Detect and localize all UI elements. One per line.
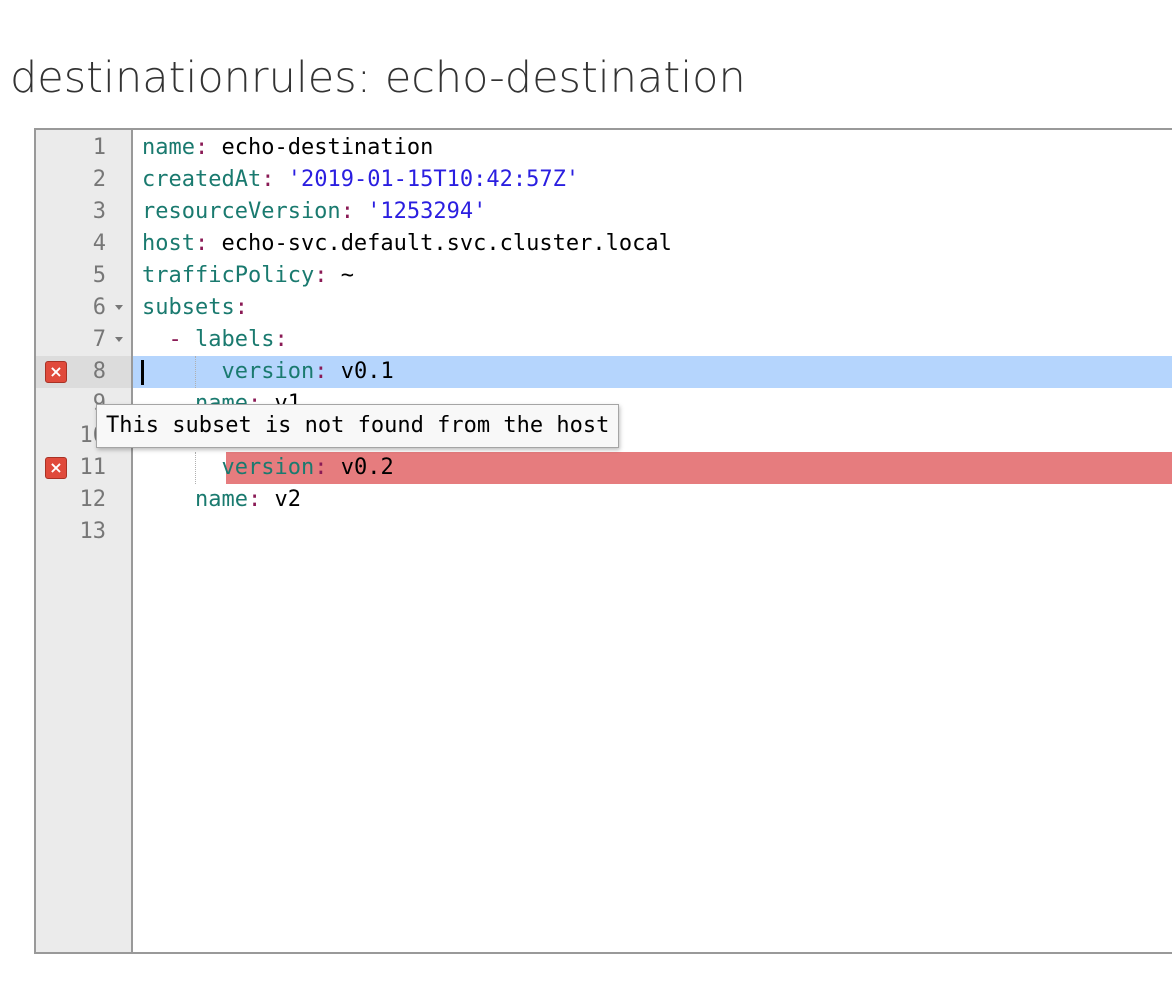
code-line[interactable]: resourceVersion: '1253294': [133, 196, 1172, 228]
yaml-value: echo-svc.default.svc.cluster.local: [221, 231, 672, 256]
error-x-icon[interactable]: ×: [45, 361, 67, 383]
code-text: host: echo-svc.default.svc.cluster.local: [142, 228, 672, 260]
code-text: name: echo-destination: [142, 132, 433, 164]
code-text: trafficPolicy: ~: [142, 260, 354, 292]
line-number: 1: [92, 135, 106, 160]
code-text: name: v2: [142, 484, 301, 516]
gutter-row: 3: [36, 196, 131, 228]
yaml-separator: :: [314, 359, 341, 384]
yaml-key: resourceVersion: [142, 199, 341, 224]
gutter-row: 1: [36, 132, 131, 164]
code-line[interactable]: subsets:: [133, 292, 1172, 324]
line-number: 3: [92, 199, 106, 224]
yaml-code-editor[interactable]: 1234567×8910×111213 name: echo-destinati…: [34, 128, 1172, 954]
code-line[interactable]: version: v0.1: [133, 356, 1172, 388]
yaml-key: trafficPolicy: [142, 263, 315, 288]
yaml-value: echo-destination: [221, 135, 434, 160]
yaml-key: host: [142, 231, 195, 256]
yaml-value: v0.2: [340, 455, 394, 480]
code-line[interactable]: name: v2: [133, 484, 1172, 516]
code-text: version: v0.1: [142, 356, 394, 388]
line-number: 5: [92, 263, 106, 288]
yaml-separator: :: [234, 295, 248, 320]
page-title: destinationrules: echo-destination: [10, 53, 746, 103]
gutter-row: 7: [36, 324, 131, 356]
yaml-key: subsets: [142, 295, 235, 320]
yaml-separator: :: [314, 263, 341, 288]
yaml-value: '1253294': [367, 199, 487, 224]
fold-arrow-icon[interactable]: [115, 305, 123, 310]
yaml-key: createdAt: [142, 167, 262, 192]
editor-gutter: 1234567×8910×111213: [36, 130, 133, 952]
line-number: 11: [79, 455, 107, 480]
code-line[interactable]: host: echo-svc.default.svc.cluster.local: [133, 228, 1172, 260]
code-line[interactable]: - labels:: [133, 324, 1172, 356]
line-number: 7: [92, 327, 106, 352]
error-tooltip: This subset is not found from the host: [96, 404, 620, 448]
gutter-row: 2: [36, 164, 131, 196]
code-line[interactable]: trafficPolicy: ~: [133, 260, 1172, 292]
line-number: 2: [92, 167, 106, 192]
yaml-key: version: [221, 455, 315, 480]
code-line[interactable]: createdAt: '2019-01-15T10:42:57Z': [133, 164, 1172, 196]
line-number: 8: [92, 359, 106, 384]
error-x-icon[interactable]: ×: [45, 457, 67, 479]
line-number: 4: [92, 231, 106, 256]
gutter-row: 12: [36, 484, 131, 516]
code-text: createdAt: '2019-01-15T10:42:57Z': [142, 164, 579, 196]
yaml-separator: :: [340, 199, 368, 224]
yaml-key: name: [194, 487, 248, 512]
code-line[interactable]: version: v0.2: [133, 452, 1172, 484]
code-text: subsets:: [142, 292, 248, 324]
fold-arrow-icon[interactable]: [115, 337, 123, 342]
gutter-row: 4: [36, 228, 131, 260]
gutter-row: 6: [36, 292, 131, 324]
yaml-value: v2: [274, 487, 301, 512]
line-number: 13: [79, 519, 107, 544]
yaml-key: name: [142, 135, 195, 160]
yaml-value: ~: [340, 263, 354, 288]
code-text: resourceVersion: '1253294': [142, 196, 486, 228]
yaml-key: labels: [194, 327, 275, 352]
code-line[interactable]: name: echo-destination: [133, 132, 1172, 164]
code-text: - labels:: [142, 324, 288, 356]
line-number: 12: [79, 487, 107, 512]
yaml-separator: :: [314, 455, 341, 480]
yaml-value: v0.1: [340, 359, 394, 384]
gutter-row: 5: [36, 260, 131, 292]
code-area[interactable]: name: echo-destination createdAt: '2019-0…: [133, 130, 1172, 952]
line-number: 6: [92, 295, 106, 320]
yaml-separator: :: [261, 167, 288, 192]
gutter-row: × 8: [36, 356, 131, 388]
gutter-row: × 11: [36, 452, 131, 484]
yaml-separator: :: [194, 135, 222, 160]
code-text: version: v0.2: [142, 452, 394, 484]
yaml-key: version: [221, 359, 315, 384]
yaml-separator: :: [247, 487, 275, 512]
gutter-row: 13: [36, 516, 131, 548]
code-indent: -: [142, 327, 195, 352]
yaml-separator: :: [194, 231, 222, 256]
code-line[interactable]: [133, 516, 1172, 548]
yaml-value: '2019-01-15T10:42:57Z': [287, 167, 580, 192]
yaml-separator: :: [274, 327, 288, 352]
